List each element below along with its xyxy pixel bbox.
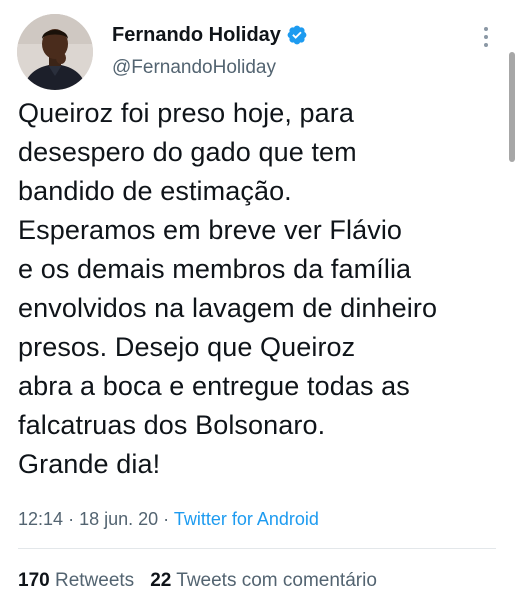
tweet-text-line: Grande dia!: [18, 449, 161, 479]
more-options-icon[interactable]: [476, 24, 496, 50]
quote-tweets-stat[interactable]: 22 Tweets com comentário: [150, 570, 377, 591]
author-name[interactable]: Fernando Holiday: [112, 22, 308, 48]
author-handle[interactable]: @FernandoHoliday: [112, 56, 276, 80]
tweet-text-line: e os demais membros da família: [18, 254, 412, 284]
tweet-text-line: envolvidos na lavagem de dinheiro: [18, 293, 438, 323]
avatar[interactable]: [17, 14, 93, 90]
tweet-text-line: falcatruas dos Bolsonaro.: [18, 410, 326, 440]
tweet-card: Fernando Holiday @FernandoHoliday Queiro…: [0, 0, 515, 596]
tweet-text-line: abra a boca e entregue todas as: [18, 371, 410, 401]
tweet-text: Queiroz foi preso hoje, para desespero d…: [18, 94, 508, 484]
tweet-time[interactable]: 12:14: [18, 509, 63, 529]
author-name-text[interactable]: Fernando Holiday: [112, 22, 281, 48]
retweets-count: 170: [18, 570, 50, 591]
quote-tweets-count: 22: [150, 570, 172, 591]
scrollbar[interactable]: [509, 52, 515, 162]
verified-badge-icon: [286, 24, 308, 46]
retweets-label: Retweets: [54, 570, 135, 591]
tweet-metadata: 12:14 · 18 jun. 20 · Twitter for Android: [18, 507, 319, 531]
tweet-date[interactable]: 18 jun. 20: [79, 509, 158, 529]
retweets-stat[interactable]: 170 Retweets: [18, 570, 134, 591]
tweet-text-line: presos. Desejo que Queiroz: [18, 332, 356, 362]
meta-separator: ·: [68, 509, 75, 529]
tweet-text-line: desespero do gado que tem: [18, 137, 357, 167]
tweet-stats: 170 Retweets 22 Tweets com comentário: [18, 569, 377, 593]
tweet-text-line: bandido de estimação.: [18, 176, 292, 206]
divider: [18, 548, 496, 549]
meta-separator: ·: [163, 509, 170, 529]
quote-tweets-label: Tweets com comentário: [176, 570, 377, 591]
tweet-text-line: Queiroz foi preso hoje, para: [18, 98, 354, 128]
tweet-text-line: Esperamos em breve ver Flávio: [18, 215, 403, 245]
avatar-photo-icon: [17, 14, 93, 90]
tweet-source-link[interactable]: Twitter for Android: [174, 509, 319, 529]
